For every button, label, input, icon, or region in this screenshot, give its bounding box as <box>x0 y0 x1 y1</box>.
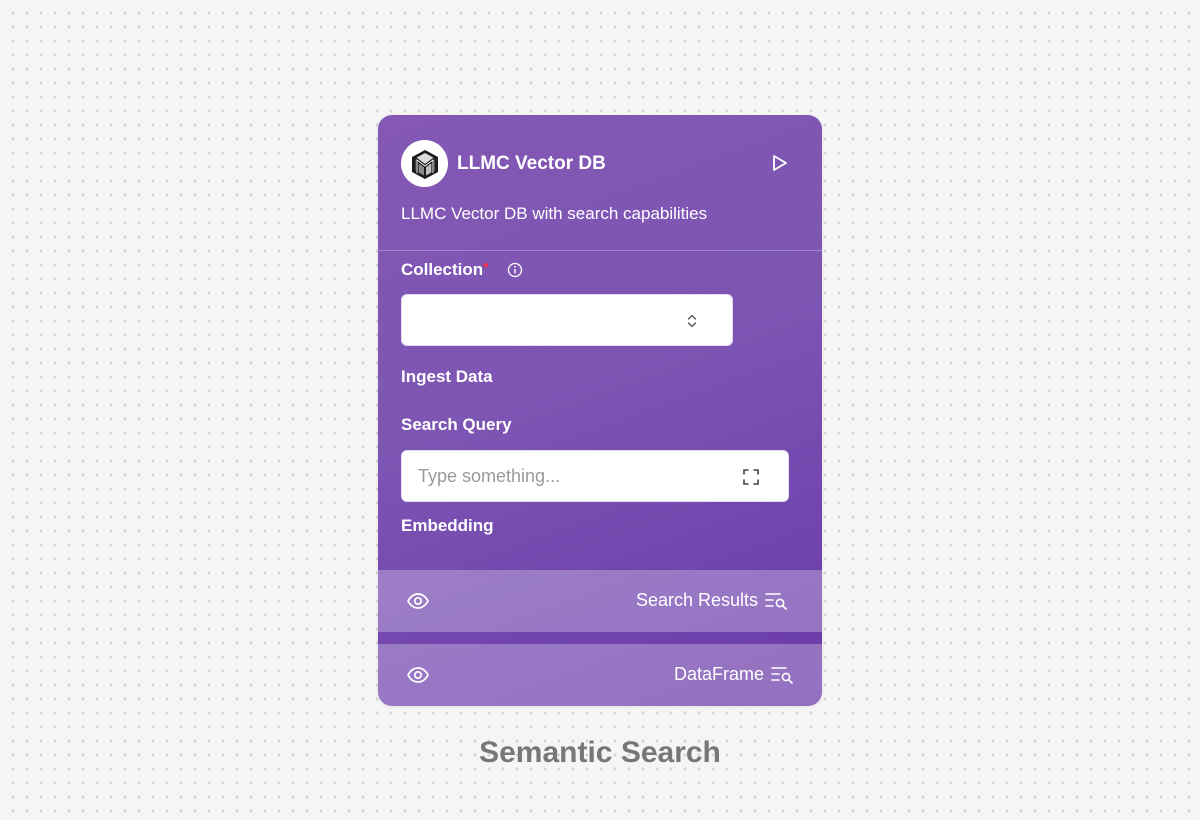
search-query-label: Search Query <box>401 415 512 434</box>
required-marker: * <box>483 259 489 275</box>
output-dataframe[interactable]: DataFrame <box>378 644 822 706</box>
vector-db-node[interactable]: LLMC Vector DB LLMC Vector DB with searc… <box>378 115 822 706</box>
search-query-field <box>401 450 789 502</box>
ingest-data-label: Ingest Data <box>401 367 493 386</box>
node-header: LLMC Vector DB LLMC Vector DB with searc… <box>378 115 822 251</box>
info-icon[interactable] <box>506 261 524 279</box>
eye-icon[interactable] <box>406 589 430 613</box>
output-label: Search Results <box>635 590 758 610</box>
collection-label: Collection* <box>401 259 489 280</box>
expand-icon[interactable] <box>742 468 760 486</box>
eye-icon[interactable] <box>406 663 430 687</box>
flow-caption: Semantic Search <box>479 736 721 769</box>
collection-label-text: Collection <box>401 260 484 279</box>
embedding-label: Embedding <box>401 516 494 535</box>
run-button[interactable] <box>766 150 792 176</box>
node-title: LLMC Vector DB <box>457 153 606 174</box>
play-icon <box>773 155 787 171</box>
chevron-up-down-icon <box>687 314 697 328</box>
search-query-input[interactable] <box>418 451 718 501</box>
llmc-cube-logo-icon <box>401 140 448 187</box>
output-search-results[interactable]: Search Results <box>378 570 822 632</box>
list-search-icon <box>765 593 787 610</box>
node-description: LLMC Vector DB with search capabilities <box>401 204 708 223</box>
collection-select[interactable] <box>401 294 733 346</box>
output-label: DataFrame <box>673 664 764 684</box>
list-search-icon <box>771 667 793 684</box>
